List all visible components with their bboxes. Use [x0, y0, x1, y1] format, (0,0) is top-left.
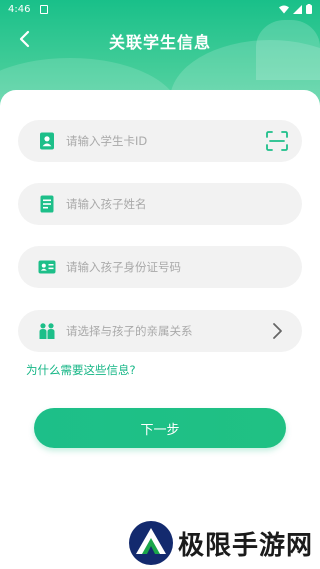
sim-icon — [40, 4, 49, 14]
page-title: 关联学生信息 — [108, 33, 211, 52]
battery-icon — [306, 4, 312, 14]
scan-icon[interactable] — [266, 131, 288, 151]
watermark-logo: 极限手游网 — [128, 519, 313, 567]
student-card-icon — [40, 132, 54, 150]
family-icon — [39, 323, 55, 339]
child-id-number-input[interactable]: 请输入孩子身份证号码 — [18, 246, 302, 288]
relationship-select[interactable]: 请选择与孩子的亲属关系 — [18, 310, 302, 352]
status-icons — [279, 4, 312, 14]
student-card-id-placeholder: 请输入学生卡ID — [66, 134, 148, 148]
student-card-id-input[interactable]: 请输入学生卡ID — [18, 120, 302, 162]
next-step-button[interactable]: 下一步 — [34, 408, 286, 448]
watermark-emblem-icon — [129, 521, 173, 565]
id-card-icon — [38, 260, 56, 274]
why-info-link[interactable]: 为什么需要这些信息? — [26, 362, 136, 378]
watermark-text: 极限手游网 — [178, 530, 314, 561]
status-bar: 4:46 — [0, 0, 320, 18]
signal-icon — [293, 4, 302, 14]
wifi-icon — [279, 5, 289, 13]
status-time: 4:46 — [8, 3, 31, 15]
chevron-right-icon — [273, 323, 282, 339]
child-id-number-placeholder: 请输入孩子身份证号码 — [66, 260, 181, 274]
relationship-placeholder: 请选择与孩子的亲属关系 — [66, 324, 193, 338]
child-name-input[interactable]: 请输入孩子姓名 — [18, 183, 302, 225]
child-name-placeholder: 请输入孩子姓名 — [66, 197, 147, 211]
name-doc-icon — [40, 195, 54, 213]
